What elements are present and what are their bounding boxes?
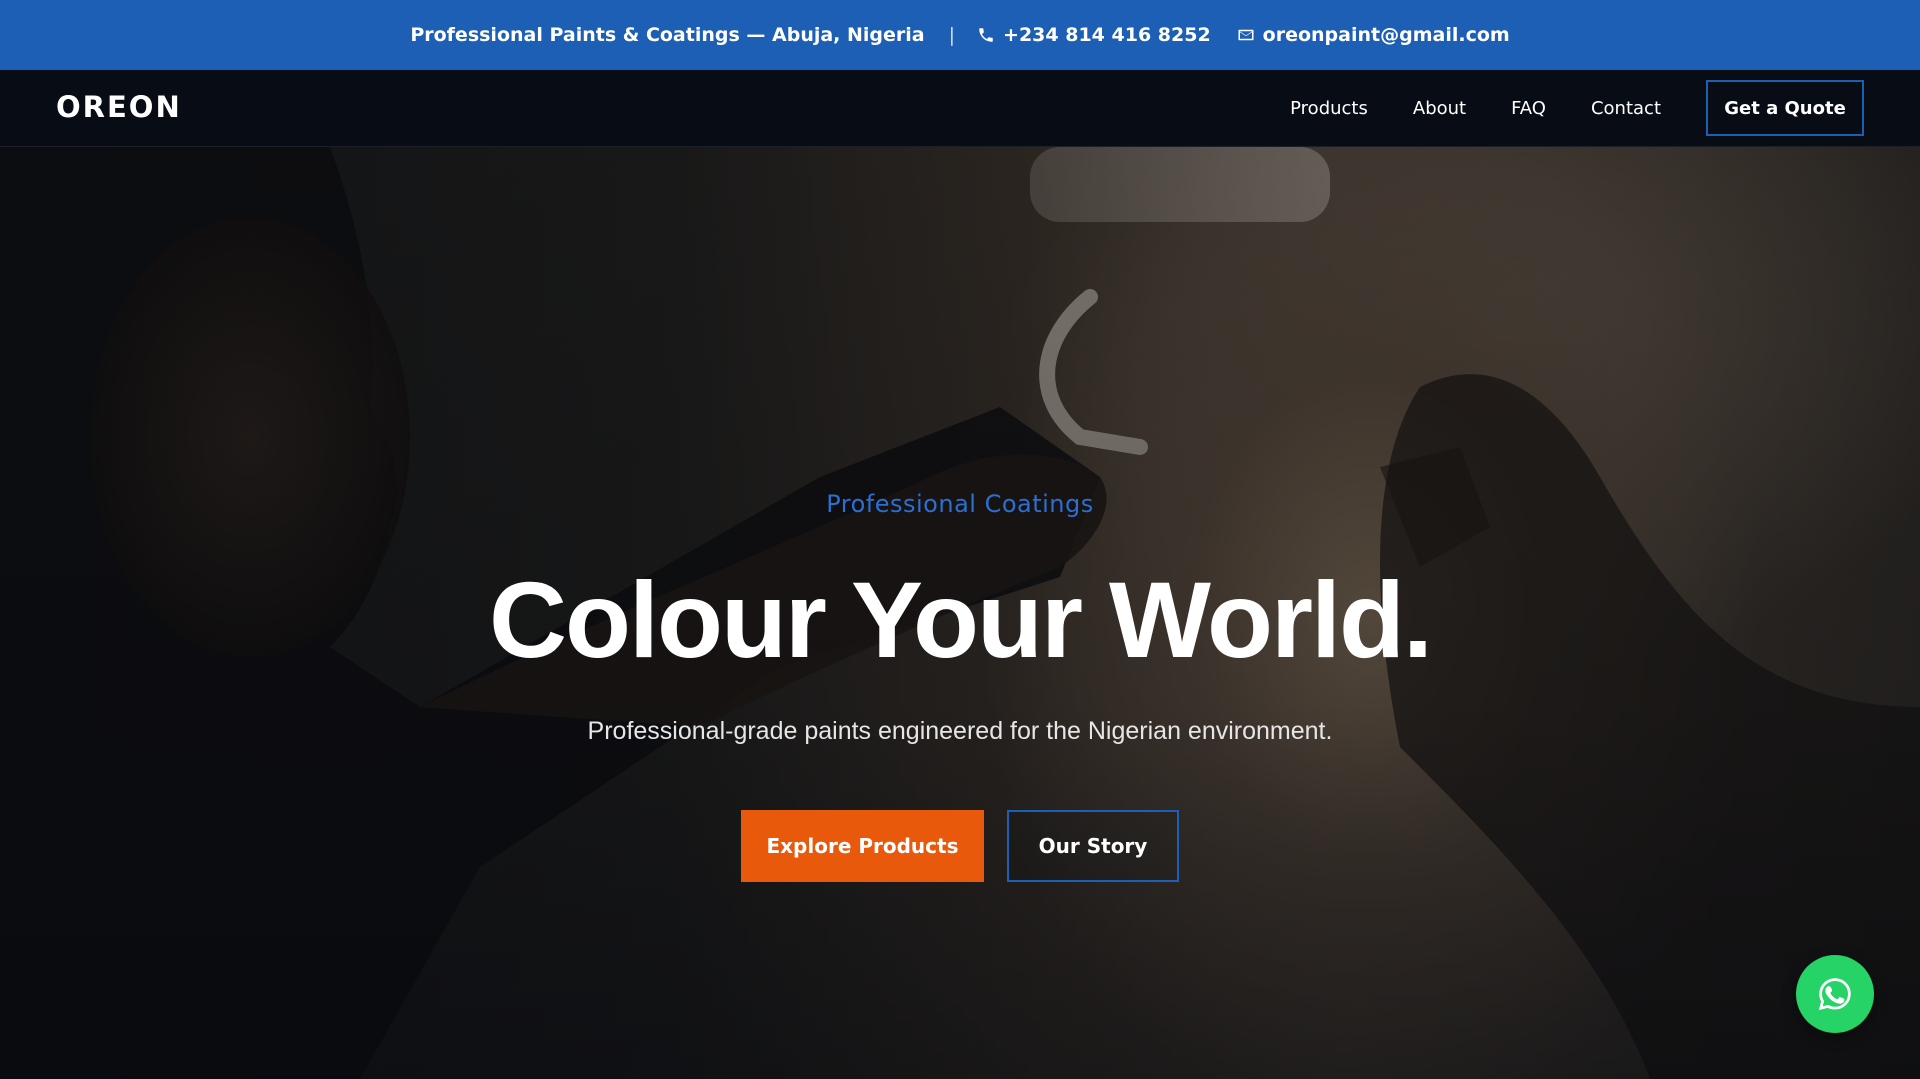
hero-section: Professional Coatings Colour Your World.… <box>0 147 1920 1079</box>
whatsapp-icon <box>1818 978 1851 1011</box>
phone-link[interactable]: +234 814 416 8252 <box>977 24 1211 46</box>
our-story-button[interactable]: Our Story <box>1007 810 1179 882</box>
email-address: oreonpaint@gmail.com <box>1262 24 1510 46</box>
hero-headline: Colour Your World. <box>489 559 1433 680</box>
top-info-bar: Professional Paints & Coatings — Abuja, … <box>0 0 1920 70</box>
top-separator: | <box>948 24 956 46</box>
whatsapp-button[interactable] <box>1796 955 1874 1033</box>
phone-number: +234 814 416 8252 <box>1003 24 1211 46</box>
hero-cta-row: Explore Products Our Story <box>0 810 1920 882</box>
get-quote-button[interactable]: Get a Quote <box>1706 80 1864 136</box>
top-tagline: Professional Paints & Coatings — Abuja, … <box>410 24 925 46</box>
phone-icon <box>979 28 993 42</box>
nav-products[interactable]: Products <box>1290 98 1368 119</box>
main-navbar: OREON Products About FAQ Contact Get a Q… <box>0 70 1920 147</box>
nav-links: Products About FAQ Contact Get a Quote <box>1290 80 1864 136</box>
nav-about[interactable]: About <box>1413 98 1466 119</box>
explore-products-button[interactable]: Explore Products <box>741 810 984 882</box>
hero-content: Professional Coatings Colour Your World.… <box>0 147 1920 1079</box>
nav-contact[interactable]: Contact <box>1591 98 1661 119</box>
page: Professional Paints & Coatings — Abuja, … <box>0 0 1920 1079</box>
site-logo[interactable]: OREON <box>56 90 182 124</box>
mail-icon <box>1238 29 1254 41</box>
hero-subline: Professional-grade paints engineered for… <box>587 717 1333 745</box>
hero-eyebrow: Professional Coatings <box>826 490 1094 518</box>
email-link[interactable]: oreonpaint@gmail.com <box>1237 24 1510 46</box>
nav-faq[interactable]: FAQ <box>1511 98 1546 119</box>
